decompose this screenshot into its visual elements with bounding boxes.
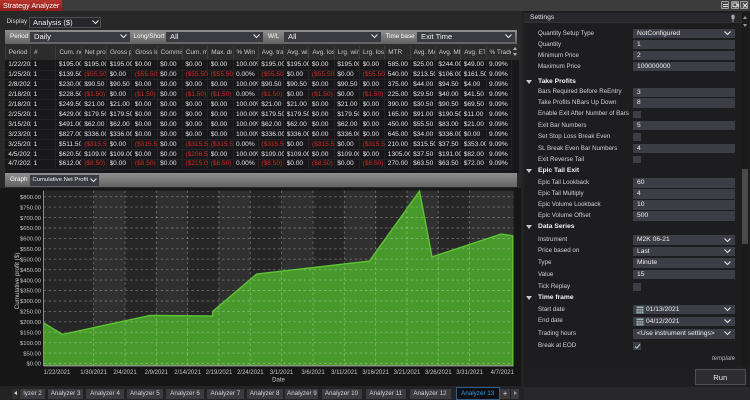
svg-text:2/19/2021: 2/19/2021 — [206, 370, 233, 376]
svg-text:2/4/2021: 2/4/2021 — [113, 370, 137, 376]
svg-text:$200.00: $200.00 — [20, 320, 41, 326]
svg-text:$550.00: $550.00 — [20, 247, 41, 253]
svg-text:$400.00: $400.00 — [20, 278, 41, 284]
svg-text:Cumulative profit ($): Cumulative profit ($) — [14, 252, 21, 309]
svg-text:$50.00: $50.00 — [23, 351, 41, 357]
svg-text:$250.00: $250.00 — [20, 309, 41, 315]
svg-text:Date: Date — [272, 377, 285, 383]
svg-text:3/1/2021: 3/1/2021 — [270, 370, 294, 376]
svg-text:3/31/2021: 3/31/2021 — [456, 370, 483, 376]
svg-text:1/22/2021: 1/22/2021 — [44, 370, 71, 376]
svg-text:$150.00: $150.00 — [20, 330, 41, 336]
svg-text:$350.00: $350.00 — [20, 288, 41, 294]
svg-text:2/14/2021: 2/14/2021 — [174, 370, 201, 376]
svg-text:$450.00: $450.00 — [20, 267, 41, 273]
svg-text:$700.00: $700.00 — [20, 215, 41, 221]
svg-text:3/6/2021: 3/6/2021 — [301, 370, 325, 376]
svg-text:$500.00: $500.00 — [20, 257, 41, 263]
svg-text:3/21/2021: 3/21/2021 — [394, 370, 421, 376]
svg-text:$600.00: $600.00 — [20, 236, 41, 242]
svg-text:3/11/2021: 3/11/2021 — [331, 370, 358, 376]
svg-text:3/16/2021: 3/16/2021 — [362, 370, 389, 376]
svg-text:$650.00: $650.00 — [20, 226, 41, 232]
svg-text:$750.00: $750.00 — [20, 205, 41, 211]
svg-text:$100.00: $100.00 — [20, 340, 41, 346]
svg-text:2/24/2021: 2/24/2021 — [237, 370, 264, 376]
svg-text:$0.00: $0.00 — [26, 361, 41, 367]
svg-text:4/7/2021: 4/7/2021 — [491, 370, 515, 376]
svg-text:2/9/2021: 2/9/2021 — [145, 370, 169, 376]
svg-text:3/26/2021: 3/26/2021 — [425, 370, 452, 376]
svg-text:$300.00: $300.00 — [20, 299, 41, 305]
svg-text:1/30/2021: 1/30/2021 — [80, 370, 107, 376]
svg-text:$800.00: $800.00 — [20, 194, 41, 200]
